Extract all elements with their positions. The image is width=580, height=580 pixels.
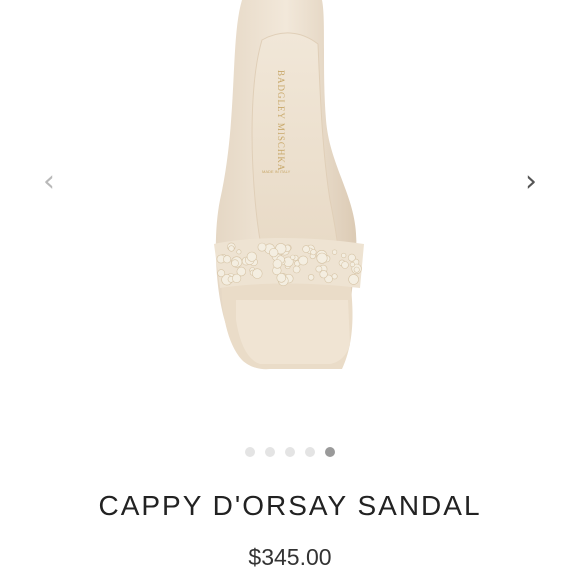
product-image-sandal: BADGLEY MISCHKA MADE IN ITALY [214,0,364,370]
product-image-gallery[interactable]: BADGLEY MISCHKA MADE IN ITALY ‹ › [0,0,580,457]
carousel-dot-5[interactable] [325,447,335,457]
carousel-indicators [0,446,580,458]
carousel-dot-2[interactable] [265,447,275,457]
svg-text:MADE IN ITALY: MADE IN ITALY [262,169,291,174]
chevron-right-icon[interactable]: › [516,162,546,202]
chevron-left-icon[interactable]: ‹ [34,162,64,202]
carousel-dot-4[interactable] [305,447,315,457]
carousel-dot-1[interactable] [245,447,255,457]
insole-brand: BADGLEY MISCHKA [276,70,286,171]
carousel-dot-3[interactable] [285,447,295,457]
product-title: CAPPY D'ORSAY SANDAL [98,490,482,521]
product-price: $345.00 [248,544,332,570]
